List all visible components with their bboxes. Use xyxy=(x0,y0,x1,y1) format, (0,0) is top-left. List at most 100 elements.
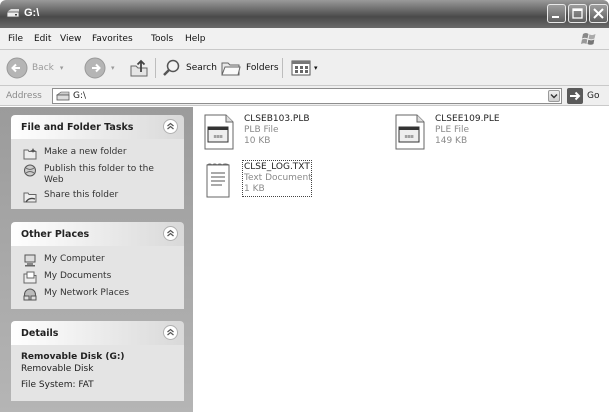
maximize-icon xyxy=(572,8,583,19)
minimize-button[interactable] xyxy=(547,4,566,23)
panel-body: Make a new folder Publish this folder to… xyxy=(11,139,184,209)
title-bar: G:\ xyxy=(0,0,609,28)
task-pane: File and Folder Tasks Make a new folder … xyxy=(0,107,193,412)
task-label: Publish this folder to the Web xyxy=(44,164,154,185)
file-item[interactable]: ≡≡≡ CLSEB103.PLB PLB File 10 KB xyxy=(202,114,382,154)
toolbar-separator xyxy=(155,58,156,78)
collapse-chevron-icon[interactable] xyxy=(163,119,178,134)
file-type: Text Document xyxy=(244,173,312,183)
details-panel: Details Removable Disk (G:) Removable Di… xyxy=(11,321,184,401)
forward-dropdown-icon[interactable]: ▾ xyxy=(111,64,115,72)
menu-edit[interactable]: Edit xyxy=(34,34,51,44)
share-folder-icon xyxy=(23,192,37,203)
svg-text:≡≡≡: ≡≡≡ xyxy=(213,134,222,140)
close-icon xyxy=(593,8,604,19)
drive-type: Removable Disk xyxy=(21,364,94,374)
maximize-button[interactable] xyxy=(568,4,587,23)
collapse-chevron-icon[interactable] xyxy=(163,226,178,241)
menu-view[interactable]: View xyxy=(60,34,81,44)
task-label: Make a new folder xyxy=(44,147,127,157)
forward-button[interactable]: ▾ xyxy=(84,56,115,80)
menu-tools[interactable]: Tools xyxy=(151,34,173,44)
back-button[interactable]: Back ▾ xyxy=(6,56,63,80)
close-button[interactable] xyxy=(589,4,608,23)
file-folder-tasks-panel: File and Folder Tasks Make a new folder … xyxy=(11,115,184,209)
back-dropdown-icon[interactable]: ▾ xyxy=(60,64,64,72)
panel-title: Details xyxy=(21,328,59,339)
place-label: My Documents xyxy=(44,271,112,281)
place-label: My Network Places xyxy=(44,288,130,298)
collapse-chevron-icon[interactable] xyxy=(163,325,178,340)
go-arrow-icon xyxy=(570,91,581,101)
file-name: CLSEE109.PLE xyxy=(435,114,500,124)
menu-bar: File Edit View Favorites Tools Help xyxy=(0,28,609,50)
minimize-icon xyxy=(552,16,559,18)
go-button[interactable] xyxy=(567,88,583,104)
panel-body: Removable Disk (G:) Removable Disk File … xyxy=(11,345,184,401)
task-label: Share this folder xyxy=(44,190,119,200)
task-publish-to-web[interactable]: Publish this folder to the Web xyxy=(23,164,184,186)
svg-text:≡≡≡: ≡≡≡ xyxy=(404,134,413,140)
file-size: 1 KB xyxy=(244,184,265,194)
network-places-icon xyxy=(23,288,37,301)
search-label: Search xyxy=(186,63,217,73)
back-arrow-icon xyxy=(6,57,28,79)
windows-logo-icon xyxy=(581,33,596,45)
file-type: PLB File xyxy=(244,125,279,135)
place-my-network-places[interactable]: My Network Places xyxy=(23,288,184,301)
menu-favorites[interactable]: Favorites xyxy=(92,34,133,44)
text-document-icon xyxy=(206,163,230,198)
panel-body: My Computer My Documents My Network Plac… xyxy=(11,246,184,309)
address-value: G:\ xyxy=(73,91,87,101)
file-name: CLSE_LOG.TXT xyxy=(244,162,310,172)
address-dropdown-button[interactable] xyxy=(548,90,560,102)
application-file-icon: ≡≡≡ xyxy=(204,114,234,150)
back-label: Back xyxy=(32,63,54,73)
my-documents-icon xyxy=(23,271,37,284)
window-title: G:\ xyxy=(24,7,40,19)
file-size: 149 KB xyxy=(435,136,468,146)
go-label[interactable]: Go xyxy=(587,91,599,101)
file-item[interactable]: ≡≡≡ CLSEE109.PLE PLE File 149 KB xyxy=(393,114,573,154)
drive-icon xyxy=(6,9,20,18)
forward-arrow-icon xyxy=(84,57,106,79)
new-folder-icon xyxy=(23,148,37,160)
other-places-panel: Other Places My Computer My Documents My… xyxy=(11,222,184,309)
task-make-new-folder[interactable]: Make a new folder xyxy=(23,147,184,160)
task-share-folder[interactable]: Share this folder xyxy=(23,190,184,203)
folders-button[interactable]: Folders xyxy=(220,56,279,80)
address-bar: Address G:\ Go xyxy=(0,86,609,106)
address-field[interactable]: G:\ xyxy=(52,88,562,104)
folders-icon xyxy=(221,62,241,76)
menu-help[interactable]: Help xyxy=(185,34,206,44)
panel-header[interactable]: Details xyxy=(11,321,184,345)
up-folder-icon xyxy=(130,59,148,77)
my-computer-icon xyxy=(24,254,36,267)
panel-header[interactable]: File and Folder Tasks xyxy=(11,115,184,139)
panel-title: File and Folder Tasks xyxy=(21,122,134,133)
place-label: My Computer xyxy=(44,254,105,264)
file-type: PLE File xyxy=(435,125,470,135)
place-my-computer[interactable]: My Computer xyxy=(23,254,184,267)
up-folder-button[interactable] xyxy=(128,56,150,80)
folders-label: Folders xyxy=(246,63,279,73)
toolbar: Back ▾ ▾ Search Folders ▾ xyxy=(0,50,609,86)
file-name: CLSEB103.PLB xyxy=(244,114,310,124)
views-button[interactable]: ▾ xyxy=(290,56,318,80)
drive-name: Removable Disk (G:) xyxy=(21,352,125,362)
file-item[interactable]: CLSE_LOG.TXT Text Document 1 KB xyxy=(202,160,382,202)
place-my-documents[interactable]: My Documents xyxy=(23,271,184,284)
file-list-area: ≡≡≡ CLSEB103.PLB PLB File 10 KB ≡≡≡ CLSE… xyxy=(193,107,609,412)
menu-file[interactable]: File xyxy=(8,34,23,44)
chevron-down-icon xyxy=(550,94,558,99)
search-icon xyxy=(163,59,180,76)
panel-header[interactable]: Other Places xyxy=(11,222,184,246)
toolbar-separator xyxy=(282,58,283,78)
address-label: Address xyxy=(6,91,42,101)
panel-title: Other Places xyxy=(21,229,90,240)
search-button[interactable]: Search xyxy=(162,56,217,80)
application-file-icon: ≡≡≡ xyxy=(395,114,425,150)
file-size: 10 KB xyxy=(244,136,271,146)
file-system: File System: FAT xyxy=(21,380,94,390)
web-publish-icon xyxy=(24,164,36,177)
